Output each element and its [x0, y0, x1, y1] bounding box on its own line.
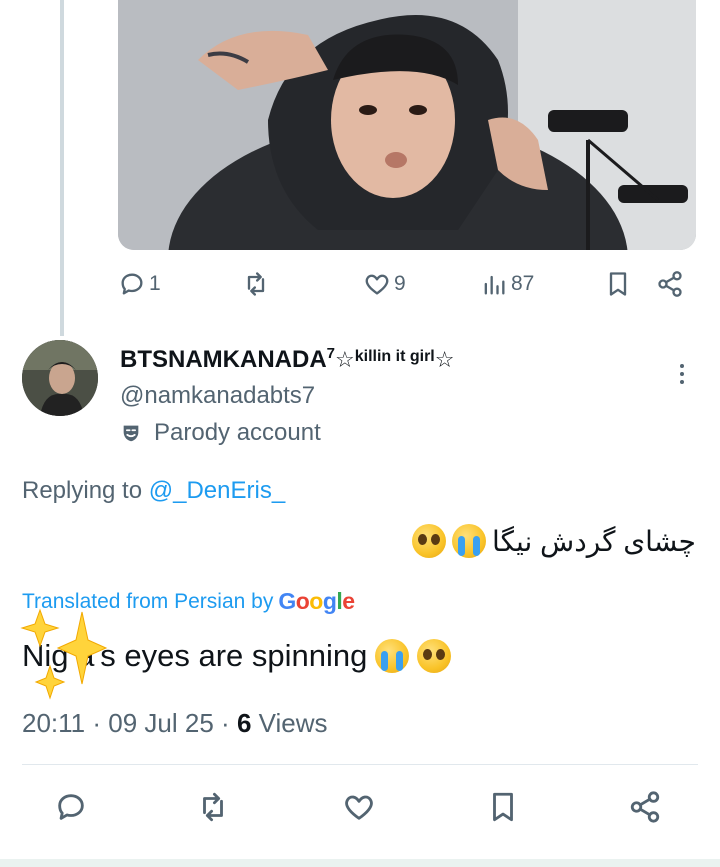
- separator: ·: [92, 708, 102, 738]
- bottom-edge: [0, 859, 720, 867]
- display-name[interactable]: BTSNAMKANADA7☆killin it girl☆: [120, 345, 454, 374]
- reply-action-bar: [0, 790, 720, 830]
- photo-of-person-in-black-hoodie: [118, 0, 696, 250]
- replying-to: Replying to @_DenEris_: [22, 477, 285, 505]
- bookmark-icon: [493, 792, 513, 822]
- pleading-face-emoji: [417, 639, 452, 673]
- like-button[interactable]: 9: [363, 270, 406, 298]
- share-icon: [630, 791, 660, 823]
- replying-prefix: Replying to: [22, 477, 149, 504]
- retweet-button[interactable]: [196, 790, 230, 824]
- retweet-button[interactable]: [242, 270, 273, 298]
- views-label: Views: [258, 708, 328, 738]
- parody-label-text: Parody account: [154, 419, 321, 446]
- like-button[interactable]: [342, 790, 376, 824]
- more-options-icon[interactable]: [670, 360, 694, 390]
- share-button[interactable]: [628, 790, 662, 824]
- star-glyph: ☆: [434, 347, 455, 372]
- tweet-time[interactable]: 20:11: [22, 708, 85, 738]
- avatar[interactable]: [22, 340, 98, 416]
- display-name-superscript: 7: [326, 345, 335, 362]
- pleading-face-emoji: [412, 524, 447, 558]
- share-button[interactable]: [656, 270, 684, 298]
- parody-label: Parody account: [120, 419, 321, 447]
- user-handle[interactable]: @namkanadabts7: [120, 382, 315, 410]
- display-name-suffix: killin it girl: [354, 348, 435, 365]
- tweet-text-original: چشای گردش نیگا: [412, 524, 696, 558]
- loudly-crying-face-emoji: [375, 639, 410, 673]
- theater-mask-icon: [123, 425, 139, 442]
- reply-button[interactable]: [54, 790, 88, 824]
- loudly-crying-face-emoji: [452, 524, 487, 558]
- retweet-icon: [247, 272, 265, 296]
- bookmark-button[interactable]: [604, 270, 632, 298]
- persian-text: چشای گردش نیگا: [492, 525, 696, 557]
- bookmark-button[interactable]: [486, 790, 520, 824]
- views-count: 87: [511, 272, 535, 295]
- reply-icon: [121, 273, 143, 295]
- retweet-icon: [203, 792, 223, 822]
- like-count: 9: [394, 272, 406, 295]
- reply-count: 1: [149, 272, 161, 295]
- heart-icon: [365, 274, 389, 295]
- tweet-date[interactable]: 09 Jul 25: [108, 708, 214, 738]
- star-glyph: ☆: [335, 347, 355, 372]
- tweet-meta: 20:11 · 09 Jul 25 · 6 Views: [22, 708, 328, 739]
- bookmark-icon: [609, 272, 627, 296]
- analytics-icon: [484, 275, 505, 295]
- heart-icon: [345, 795, 373, 820]
- sparkles-icon: [20, 608, 108, 700]
- tweet-action-bar: 1 9 87: [0, 270, 720, 304]
- avatar-image: [22, 340, 98, 416]
- display-name-text: BTSNAMKANADA: [120, 346, 327, 373]
- google-logo: Google: [278, 588, 355, 614]
- separator: ·: [221, 708, 230, 738]
- share-icon: [658, 271, 682, 297]
- reply-button[interactable]: 1: [118, 270, 161, 298]
- views-number: 6: [236, 708, 252, 738]
- reply-icon: [58, 794, 84, 820]
- replying-to-link[interactable]: @_DenEris_: [149, 477, 285, 504]
- divider: [22, 764, 698, 765]
- views-button[interactable]: 87: [480, 270, 534, 298]
- tweet-media-image[interactable]: [118, 0, 696, 250]
